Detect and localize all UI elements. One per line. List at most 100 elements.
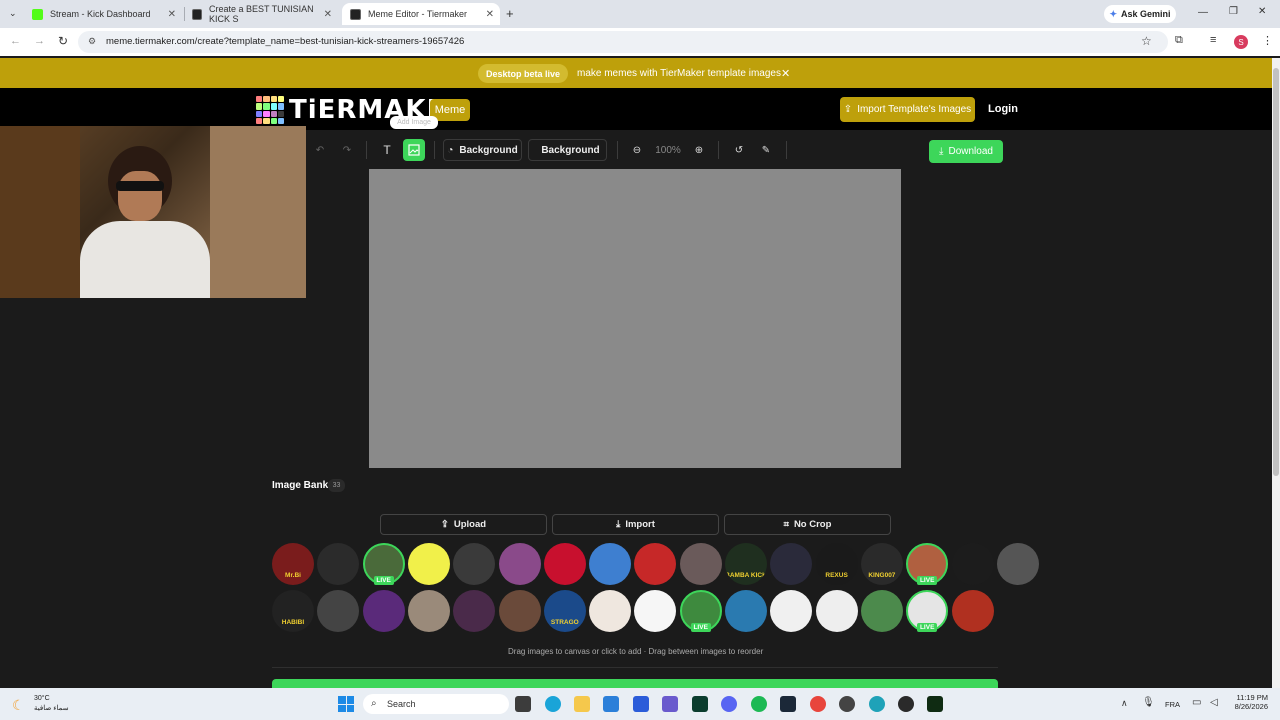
meme-canvas[interactable] <box>369 169 901 468</box>
tiermaker-icon <box>350 8 361 20</box>
app-icon[interactable] <box>869 696 885 712</box>
profile-avatar[interactable]: S <box>1234 35 1248 49</box>
media-icon[interactable]: ≡ <box>1210 34 1216 46</box>
image-bank-item[interactable] <box>453 543 496 585</box>
image-bank-item[interactable] <box>951 543 994 585</box>
minimize-icon[interactable]: — <box>1198 7 1208 18</box>
image-bank-item[interactable] <box>634 543 677 585</box>
weather-widget[interactable]: 30°C سماء صافية <box>34 694 69 714</box>
image-bank-item[interactable] <box>770 543 813 585</box>
menu-icon[interactable]: ⋮ <box>1262 34 1273 47</box>
image-bank-item[interactable] <box>317 543 360 585</box>
image-bank-item[interactable] <box>996 543 1039 585</box>
image-bank-item[interactable] <box>634 590 677 632</box>
task-view-icon[interactable] <box>515 696 531 712</box>
taskbar-search[interactable]: ⌕ Search <box>363 694 509 714</box>
image-bank-item[interactable]: BAMBA KICK <box>725 543 767 585</box>
new-tab-button[interactable]: + <box>506 6 514 21</box>
redo-icon[interactable]: ↷ <box>340 139 354 161</box>
image-bank-item[interactable] <box>860 590 903 632</box>
bookmark-star-icon[interactable]: ☆ <box>1141 34 1152 48</box>
image-bank-item[interactable] <box>815 590 858 632</box>
image-bank-item[interactable] <box>362 590 405 632</box>
import-button[interactable]: ⤓ Import <box>552 514 719 535</box>
language-indicator[interactable]: FRA <box>1165 700 1180 709</box>
zoom-out-icon[interactable]: ⊖ <box>630 139 644 161</box>
banner-close-icon[interactable]: ✕ <box>781 67 790 80</box>
tab-kick-dashboard[interactable]: Stream - Kick Dashboard ✕ <box>24 3 182 25</box>
clock[interactable]: 11:19 PM 8/26/2026 <box>1226 693 1268 711</box>
tab-create-tier[interactable]: Create a BEST TUNISIAN KICK S ✕ <box>184 3 338 25</box>
weather-moon-icon[interactable]: ☾ <box>12 697 25 714</box>
image-bank-item[interactable] <box>679 543 722 585</box>
network-icon[interactable]: ▭ <box>1192 697 1201 708</box>
app-icon[interactable] <box>692 696 708 712</box>
image-bank-item[interactable] <box>589 543 632 585</box>
back-icon[interactable]: ← <box>10 35 21 47</box>
upload-button[interactable]: ⇪ Upload <box>380 514 547 535</box>
close-window-icon[interactable]: ✕ <box>1258 6 1266 17</box>
tab-list-chevron-icon[interactable]: ⌄ <box>9 8 17 19</box>
image-bank-item[interactable]: Mr.Bi <box>272 543 314 585</box>
restore-icon[interactable]: ❐ <box>1229 6 1238 17</box>
extensions-icon[interactable]: ⧉ <box>1175 34 1183 47</box>
close-tab-icon[interactable]: ✕ <box>168 9 176 20</box>
site-info-icon[interactable]: ⚙ <box>88 36 96 47</box>
app-icon[interactable] <box>839 696 855 712</box>
zoom-in-icon[interactable]: ⊕ <box>692 139 706 161</box>
spotify-icon[interactable] <box>751 696 767 712</box>
text-tool-icon[interactable]: T <box>380 139 394 161</box>
browser-tab-bar: ⌄ Stream - Kick Dashboard ✕ Create a BES… <box>0 0 1280 28</box>
forward-icon[interactable]: → <box>34 35 45 47</box>
import-template-images-button[interactable]: ⇪ Import Template's Images <box>840 97 975 122</box>
add-image-button[interactable] <box>403 139 425 161</box>
edge-icon[interactable] <box>545 696 561 712</box>
tab-meme-editor[interactable]: Meme Editor - Tiermaker ✕ <box>342 3 500 25</box>
discord-icon[interactable] <box>721 696 737 712</box>
microphone-icon[interactable]: 🎙 <box>1142 697 1155 708</box>
image-bank-item[interactable] <box>589 590 632 632</box>
avatar-label: STRAGO <box>550 619 579 626</box>
image-bank-item[interactable] <box>770 590 813 632</box>
background-color-button[interactable]: ◔ Background <box>443 139 522 161</box>
login-link[interactable]: Login <box>988 103 1018 115</box>
image-bank-item[interactable] <box>498 543 541 585</box>
tray-chevron-icon[interactable]: ∧ <box>1121 698 1128 709</box>
image-bank-item[interactable] <box>317 590 360 632</box>
image-bank-item[interactable] <box>725 590 767 632</box>
ask-gemini-button[interactable]: ✦ Ask Gemini <box>1104 5 1176 23</box>
reload-icon[interactable]: ↻ <box>58 34 68 48</box>
windows-start-icon[interactable] <box>338 696 354 712</box>
chrome-icon[interactable] <box>810 696 826 712</box>
image-bank-item[interactable] <box>407 543 450 585</box>
image-bank-item[interactable]: HABIBI <box>272 590 314 632</box>
no-crop-button[interactable]: ⌗ No Crop <box>724 514 891 535</box>
bottom-action-button[interactable] <box>272 679 998 688</box>
store-icon[interactable] <box>633 696 649 712</box>
close-tab-icon[interactable]: ✕ <box>486 9 494 20</box>
tiermaker-logo-icon[interactable] <box>256 96 284 124</box>
reset-icon[interactable]: ↺ <box>732 139 746 161</box>
close-tab-icon[interactable]: ✕ <box>324 9 332 20</box>
palette-icon: ◔ <box>447 144 454 156</box>
steam-icon[interactable] <box>780 696 796 712</box>
image-bank-item[interactable] <box>951 590 994 632</box>
volume-icon[interactable]: ◁ <box>1210 697 1218 708</box>
image-bank-item[interactable]: REXUS <box>815 543 858 585</box>
background-fill-button[interactable]: Background <box>528 139 607 161</box>
kick-app-icon[interactable] <box>927 696 943 712</box>
image-bank-item[interactable] <box>543 543 586 585</box>
pencil-icon[interactable]: ✎ <box>759 139 773 161</box>
teams-icon[interactable] <box>662 696 678 712</box>
xbox-icon[interactable] <box>898 696 914 712</box>
image-bank-item[interactable]: STRAGO <box>543 590 586 632</box>
download-button[interactable]: ⤓ Download <box>929 140 1003 163</box>
image-bank-item[interactable]: KING007 <box>860 543 903 585</box>
scrollbar-thumb[interactable] <box>1273 68 1279 476</box>
image-bank-item[interactable] <box>407 590 450 632</box>
file-explorer-icon[interactable] <box>574 696 590 712</box>
undo-icon[interactable]: ↶ <box>313 139 327 161</box>
image-bank-item[interactable] <box>453 590 496 632</box>
mail-icon[interactable] <box>603 696 619 712</box>
image-bank-item[interactable] <box>498 590 541 632</box>
